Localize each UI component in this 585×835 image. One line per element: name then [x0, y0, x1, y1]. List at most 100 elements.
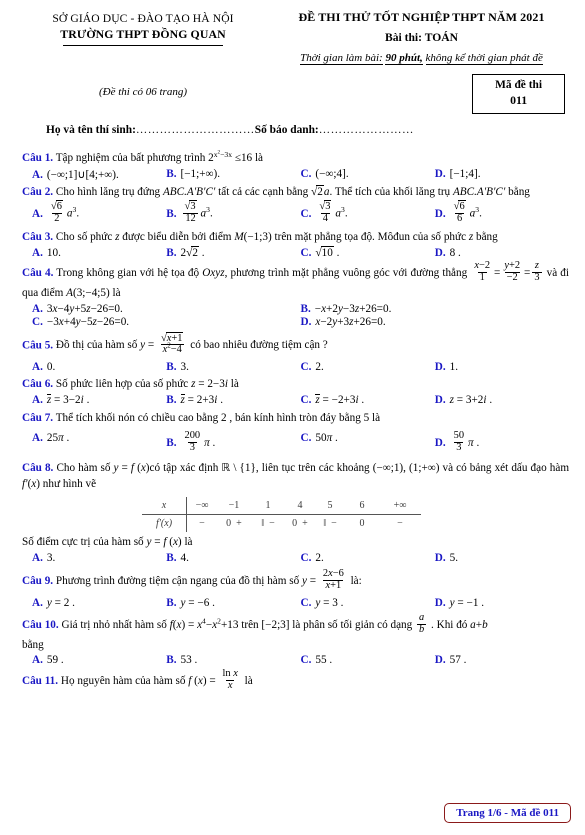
option-content: y = 2 .	[46, 596, 75, 609]
option-10-A[interactable]: A. 59 .	[32, 654, 166, 666]
option-7-A[interactable]: A. 25π .	[32, 432, 166, 455]
option-1-D[interactable]: D. [−1;4].	[435, 168, 569, 181]
option-6-D[interactable]: D. z = 3+2i .	[435, 394, 569, 407]
option-label: D.	[434, 436, 446, 449]
option-3-A[interactable]: A. 10.	[32, 247, 166, 259]
question-1-math: 2x2−3x ≤16	[208, 149, 253, 165]
question-4-text: Trong không gian với hệ tọa độ Oxyz, phư…	[22, 259, 569, 299]
option-9-A[interactable]: A. y = 2 .	[32, 597, 166, 609]
option-7-C[interactable]: C. 50π .	[301, 432, 435, 455]
option-5-C[interactable]: C. 2.	[301, 361, 435, 373]
question-8: Câu 8. Cho hàm số y = f (x)có tập xác đị…	[22, 460, 569, 494]
school-underline	[63, 45, 223, 47]
sign-1: 0 +	[217, 515, 251, 533]
option-content: [−1;+∞).	[180, 168, 221, 181]
option-6-C[interactable]: C. z = −2+3i .	[301, 394, 435, 407]
option-8-D[interactable]: D. 5.	[435, 552, 569, 564]
question-1-text-after: là	[254, 152, 264, 165]
question-10-text: Giá trị nhỏ nhất hàm số f(x) = x4−x2+13 …	[61, 611, 488, 635]
option-label: D.	[434, 596, 446, 609]
x-val-4: 5	[315, 497, 345, 516]
option-9-C[interactable]: C. y = 3 .	[301, 597, 435, 609]
option-label: D.	[434, 394, 446, 407]
option-label: C.	[300, 246, 312, 259]
option-2-A[interactable]: A. √6 2 a3.	[32, 200, 166, 226]
question-8-sub: Số điểm cực trị của hàm số y = f (x) là	[22, 534, 569, 551]
option-content: −3x+4y−5z−26=0.	[46, 315, 130, 328]
option-content: 3.	[180, 361, 189, 374]
sign-0: −	[186, 514, 217, 533]
option-content: z = 2+3i .	[180, 394, 223, 407]
option-content: 3x−4y+5z−26=0.	[46, 302, 123, 315]
sbd-label: Số báo danh:	[254, 124, 319, 137]
option-1-C[interactable]: C. (−∞;4].	[301, 168, 435, 181]
option-5-B[interactable]: B. 3.	[166, 361, 300, 373]
question-11-label: Câu 11.	[22, 675, 59, 688]
sign-minus-2: −	[269, 518, 275, 530]
option-label: C.	[300, 431, 312, 444]
sign-2: ‖ −	[251, 515, 285, 533]
option-6-B[interactable]: B. z = 2+3i .	[166, 394, 300, 407]
exam-code-label: Mã đề thi	[495, 79, 542, 91]
exam-code-value: 011	[510, 93, 528, 108]
option-5-A[interactable]: A. 0.	[32, 361, 166, 373]
question-3: Câu 3. Cho số phức z được biểu diễn bởi …	[22, 229, 569, 246]
question-10: Câu 10. Giá trị nhỏ nhất hàm số f(x) = x…	[22, 611, 569, 637]
option-1-A[interactable]: A. (−∞;1]∪[4;+∞).	[32, 168, 166, 181]
option-9-B[interactable]: B. y = −6 .	[166, 597, 300, 609]
option-3-B[interactable]: B. 2√2 .	[166, 245, 300, 259]
question-5: Câu 5. Đồ thị của hàm số y = √x+1 x2−4 có…	[22, 331, 569, 358]
option-5-D[interactable]: D. 1.	[435, 361, 569, 373]
sign-zero-2: 0	[292, 518, 298, 530]
option-label: A.	[32, 302, 43, 315]
option-4-D[interactable]: D. x−2y+3z+26=0.	[301, 316, 570, 328]
sign-5: 0	[359, 518, 365, 530]
option-label: A.	[32, 596, 43, 609]
option-4-C[interactable]: C. −3x+4y−5z−26=0.	[32, 316, 301, 328]
question-11-text: Họ nguyên hàm của hàm số f (x) = ln xx l…	[60, 668, 253, 692]
question-4-options-row2: C. −3x+4y−5z−26=0. D. x−2y+3z+26=0.	[22, 316, 569, 328]
option-content: √10 .	[315, 245, 340, 259]
option-7-D[interactable]: D. 50 3 π .	[434, 430, 569, 455]
x-val-3: 4	[285, 497, 315, 516]
subject-line: Bài thi: TOÁN	[272, 31, 571, 44]
option-content: y = −6 .	[180, 596, 215, 609]
option-label: C.	[300, 596, 312, 609]
option-9-D[interactable]: D. y = −1 .	[435, 597, 569, 609]
question-4-options-row1: A. 3x−4y+5z−26=0. B. −x+2y−3z+26=0.	[22, 303, 569, 315]
option-label: C.	[300, 654, 312, 667]
option-8-B[interactable]: B. 4.	[166, 552, 300, 564]
option-10-D[interactable]: D. 57 .	[435, 654, 569, 666]
sbd-dots: ……………………	[318, 124, 414, 137]
sign-bar-1: ‖	[261, 518, 265, 530]
option-content: 1.	[449, 361, 459, 374]
option-2-B[interactable]: B. √3 12 a3.	[166, 200, 300, 226]
option-label: B.	[166, 168, 177, 181]
option-1-B[interactable]: B. [−1;+∞).	[166, 168, 300, 181]
option-label: B.	[166, 551, 177, 564]
option-2-D[interactable]: D. √6 6 a3.	[435, 200, 569, 226]
option-10-C[interactable]: C. 55 .	[301, 654, 435, 666]
option-8-C[interactable]: C. 2.	[301, 552, 435, 564]
option-3-D[interactable]: D. 8 .	[435, 247, 569, 259]
option-3-C[interactable]: C. √10 .	[300, 245, 435, 259]
option-content: 2.	[315, 361, 324, 374]
option-8-A[interactable]: A. 3.	[32, 552, 166, 564]
subject-label: Bài thi:	[384, 31, 423, 44]
question-9-text: Phương trình đường tiệm cận ngang của đồ…	[55, 567, 362, 591]
option-10-B[interactable]: B. 53 .	[166, 654, 300, 666]
option-4-B[interactable]: B. −x+2y−3z+26=0.	[301, 303, 570, 315]
option-content: 200 3 π .	[184, 429, 216, 453]
exam-code-wrapper: Mã đề thi 011	[272, 74, 571, 115]
option-4-A[interactable]: A. 3x−4y+5z−26=0.	[32, 303, 301, 315]
name-dots: …………………………	[135, 124, 255, 137]
question-5-text: Đồ thị của hàm số y = √x+1 x2−4 có bao nh…	[55, 331, 328, 356]
option-content: z = −2+3i .	[315, 394, 365, 407]
option-7-B[interactable]: B. 200 3 π .	[166, 429, 300, 455]
option-label: A.	[32, 207, 43, 220]
option-6-A[interactable]: A. z = 3−2i .	[32, 394, 166, 407]
option-content: 3.	[46, 551, 56, 564]
question-3-options: A. 10. B. 2√2 . C. √10 . D. 8 .	[22, 245, 569, 259]
duration-value: 90 phút,	[385, 52, 423, 65]
option-2-C[interactable]: C. √3 4 a3.	[301, 200, 435, 226]
